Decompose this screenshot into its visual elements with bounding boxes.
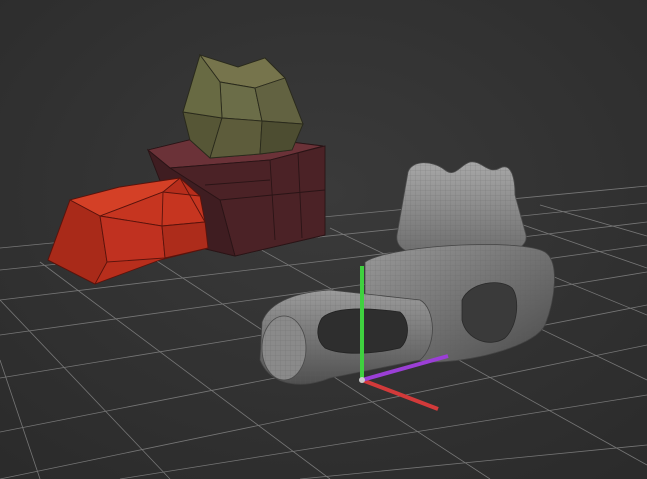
viewport-canvas[interactable]	[0, 0, 647, 479]
gizmo-origin[interactable]	[359, 377, 365, 383]
3d-viewport[interactable]	[0, 0, 647, 479]
